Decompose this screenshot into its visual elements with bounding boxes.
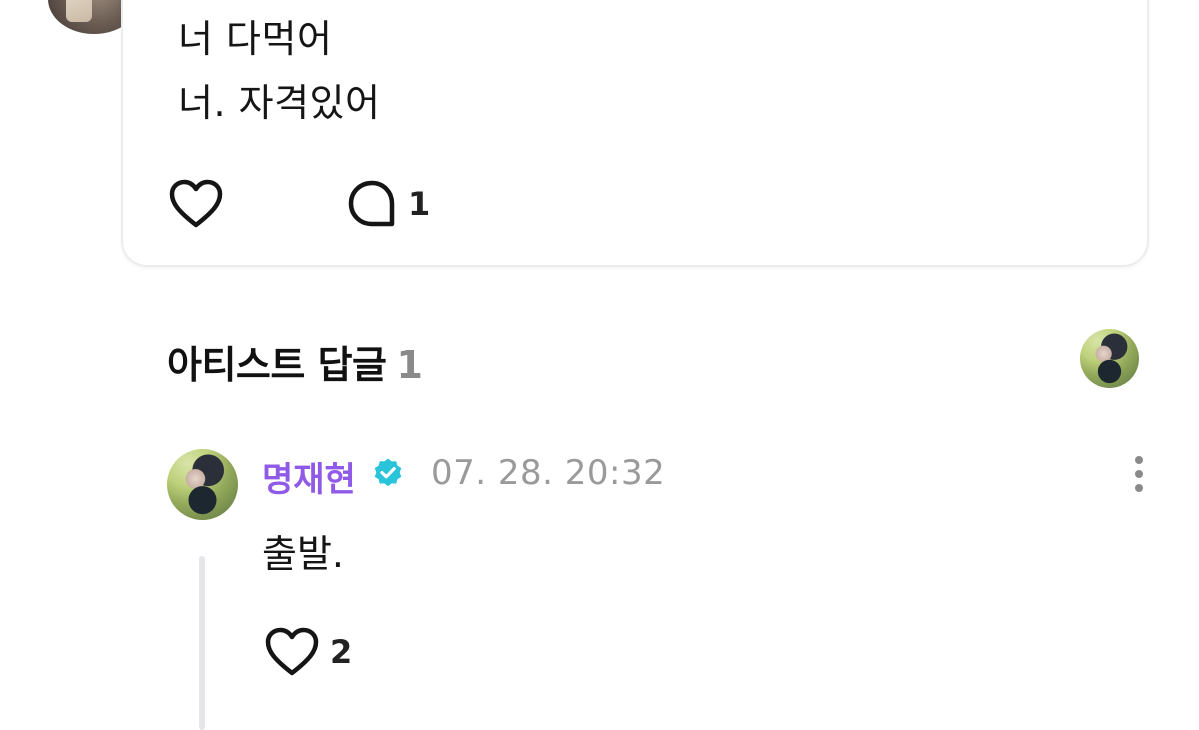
comment-count: 1 xyxy=(408,185,431,223)
artist-reply-screen: 너 다먹어 너. 자격있어 1 아티스트 답글 1 명재현 07. 28. 20:… xyxy=(0,0,1199,730)
artist-avatar-small[interactable] xyxy=(1080,329,1139,388)
comment-button[interactable]: 1 xyxy=(346,178,430,230)
verified-badge-icon xyxy=(374,458,402,487)
avatar-photo xyxy=(167,449,238,520)
reply-timestamp: 07. 28. 20:32 xyxy=(431,453,666,493)
comment-bubble-icon xyxy=(348,180,395,227)
heart-icon xyxy=(169,179,223,228)
post-text-line-1: 너 다먹어 xyxy=(178,17,333,61)
reply-author-name[interactable]: 명재현 xyxy=(262,452,356,501)
artist-replies-header: 아티스트 답글 1 xyxy=(167,334,423,389)
heart-icon xyxy=(265,627,319,676)
reply-author-avatar[interactable] xyxy=(167,449,238,520)
reply-like-button[interactable]: 2 xyxy=(264,626,352,678)
reply-text: 출발. xyxy=(262,532,344,576)
avatar-photo xyxy=(1080,329,1139,388)
artist-replies-count: 1 xyxy=(396,343,423,387)
post-text-line-2: 너. 자격있어 xyxy=(178,81,381,125)
reply-like-count: 2 xyxy=(330,633,353,671)
like-button[interactable] xyxy=(168,178,224,230)
thread-line xyxy=(199,556,205,730)
artist-replies-title: 아티스트 답글 xyxy=(167,343,387,387)
avatar-photo xyxy=(66,0,92,22)
more-vertical-icon[interactable] xyxy=(1127,454,1151,494)
